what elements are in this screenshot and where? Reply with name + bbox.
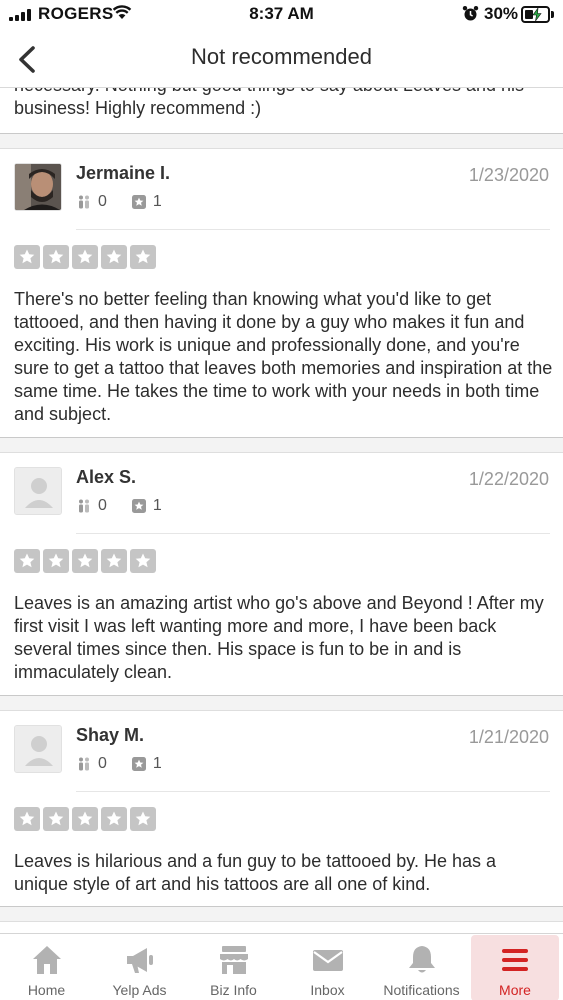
reviewer-stats: 0 1 [76,497,186,515]
tab-home[interactable]: Home [0,935,93,1000]
bottom-tab-bar: Home Yelp Ads Biz Info Inbox Notificatio… [0,933,563,1000]
tab-biz-info[interactable]: Biz Info [187,935,280,1000]
tab-label: More [499,982,531,998]
star-icon [14,245,40,269]
divider [76,229,550,230]
review-count-icon [131,498,147,514]
review-date: 1/21/2020 [468,727,549,747]
star-icon [72,245,98,269]
review-separator [0,906,563,922]
battery-percentage: 30% [484,4,519,23]
star-rating [14,245,156,269]
storefront-icon [187,943,280,977]
friends-icon [76,194,92,210]
review-count-icon [131,756,147,772]
review-separator [0,437,563,453]
star-icon [130,807,156,831]
reviewer-name[interactable]: Alex S. [76,467,136,488]
reviewer-name[interactable]: Jermaine I. [76,163,170,184]
star-rating [14,549,156,573]
tab-notifications[interactable]: Notifications [375,935,468,1000]
friends-icon [76,756,92,772]
megaphone-icon [93,943,186,977]
friends-count: 0 [98,755,107,772]
bell-icon [375,943,468,977]
hamburger-menu-icon [471,943,559,977]
star-icon [72,549,98,573]
star-icon [72,807,98,831]
star-icon [43,245,69,269]
star-icon [101,807,127,831]
review-count: 1 [152,497,162,514]
star-rating [14,807,156,831]
tab-label: Yelp Ads [112,982,167,998]
tab-label: Home [27,982,66,998]
review-feed[interactable]: necessary. Nothing but good things to sa… [0,88,563,933]
reviewer-name[interactable]: Shay M. [76,725,144,746]
friends-count: 0 [98,193,107,210]
review-date: 1/22/2020 [468,469,549,489]
tab-label: Inbox [310,982,345,998]
star-icon [14,807,40,831]
avatar[interactable] [14,163,62,211]
tab-more[interactable]: More [471,935,559,1000]
tab-label: Notifications [383,982,460,998]
star-icon [101,549,127,573]
star-icon [101,245,127,269]
default-avatar-icon[interactable] [14,725,62,773]
review-text: Leaves is hilarious and a fun guy to be … [14,851,496,894]
star-icon [14,549,40,573]
review-text: Leaves is an amazing artist who go's abo… [14,593,544,682]
divider [76,533,550,534]
status-bar: ROGERS 8:37 AM 30% [0,0,563,30]
tab-inbox[interactable]: Inbox [281,935,374,1000]
alarm-clock-icon [462,5,479,27]
reviewer-stats: 0 1 [76,193,186,211]
home-icon [0,943,93,977]
previous-review-text: necessary. Nothing but good things to sa… [14,88,524,118]
battery-charging-icon [521,6,550,23]
review-count: 1 [152,755,162,772]
envelope-icon [281,943,374,977]
review-count: 1 [152,193,162,210]
friends-count: 0 [98,497,107,514]
friends-icon [76,498,92,514]
reviewer-stats: 0 1 [76,755,186,773]
tab-yelp-ads[interactable]: Yelp Ads [93,935,186,1000]
star-icon [43,807,69,831]
review-date: 1/23/2020 [468,165,549,185]
divider [76,791,550,792]
tab-label: Biz Info [210,982,257,998]
navigation-bar: Not recommended [0,30,563,88]
star-icon [130,245,156,269]
star-icon [130,549,156,573]
review-separator [0,695,563,711]
star-icon [43,549,69,573]
review-text: There's no better feeling than knowing w… [14,289,553,424]
review-separator [0,133,563,149]
default-avatar-icon[interactable] [14,467,62,515]
page-title: Not recommended [191,44,372,69]
review-count-icon [131,194,147,210]
